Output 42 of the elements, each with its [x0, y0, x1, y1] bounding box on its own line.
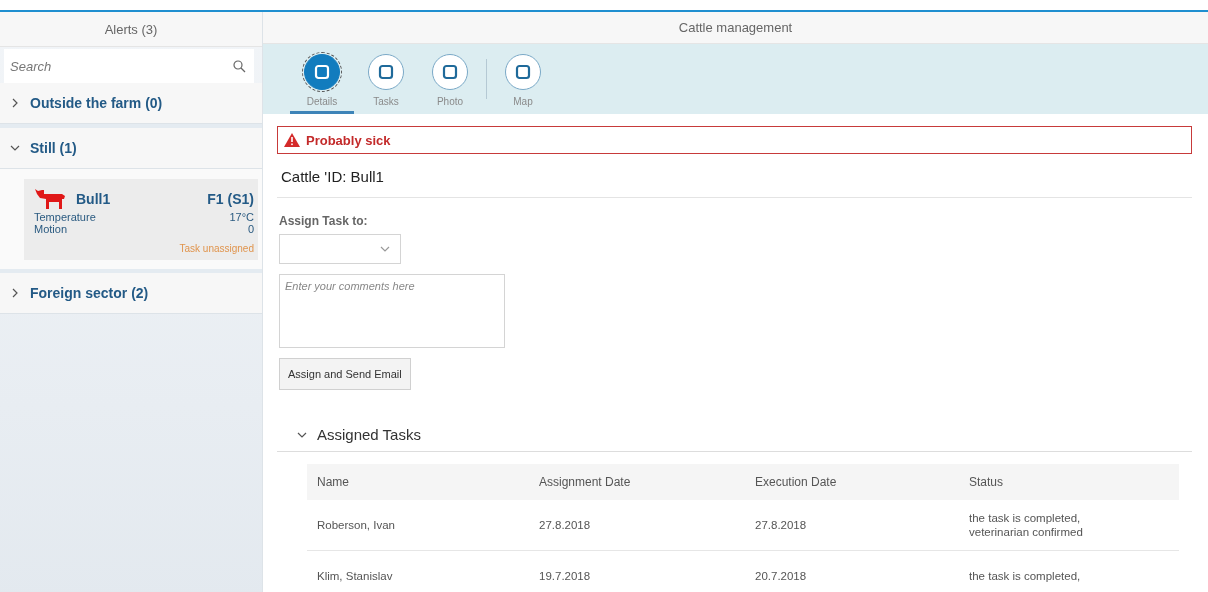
assignee-dropdown[interactable] [279, 234, 401, 264]
page-title: Cattle management [263, 12, 1208, 44]
search-icon [233, 60, 246, 73]
group-header[interactable]: Foreign sector (2) [0, 269, 262, 314]
chevron-right-icon [10, 288, 20, 298]
column-header: Execution Date [754, 475, 838, 489]
field-label: Motion [34, 223, 68, 235]
chevron-right-icon [10, 98, 20, 108]
field-value: 17°C [229, 211, 254, 223]
group-header[interactable]: Outside the farm (0) [0, 83, 262, 124]
square-icon [314, 64, 330, 80]
square-icon [378, 64, 394, 80]
search-field[interactable]: Search [4, 49, 254, 83]
assign-button[interactable]: Assign and Send Email [279, 358, 411, 390]
table-cell-text: 20.7.2018 [754, 569, 808, 583]
chevron-down-icon [380, 244, 390, 254]
column-header: Name [316, 475, 350, 489]
table-cell-text: 19.7.2018 [538, 569, 592, 583]
group-header[interactable]: Still (1) [0, 124, 262, 169]
task-status: Task unassigned [178, 243, 254, 254]
alert-banner: Probably sick [277, 126, 1192, 154]
field-value: 0 [247, 223, 254, 235]
cattle-id: Cattle 'ID: Bull1 [277, 154, 1192, 198]
field-label: Assign Task to: [279, 214, 369, 228]
table-cell-text: the task is completed, [968, 569, 1082, 583]
field-label: Temperature [34, 211, 96, 223]
warning-icon [284, 133, 300, 147]
column-header: Status [968, 475, 1005, 489]
table-cell-text: 27.8.2018 [538, 518, 592, 532]
table-cell-text: 27.8.2018 [754, 518, 808, 532]
cattle-card[interactable]: Bull1 F1 (S1) Temperature 17°C Motion 0 Task unassigned [24, 179, 258, 260]
panel-header[interactable]: Assigned Tasks [277, 426, 1192, 452]
table-cell-text: the task is completed, veterinarian confirmed [968, 511, 1084, 539]
column-header: Assignment Date [538, 475, 632, 489]
sidebar-title: Alerts (3) [0, 12, 262, 47]
comments-field[interactable]: Enter your comments here [279, 274, 505, 348]
square-icon [515, 64, 531, 80]
cow-icon [34, 187, 68, 211]
square-icon [442, 64, 458, 80]
table-cell-text: Klim, Stanislav [316, 569, 394, 583]
chevron-down-icon [10, 143, 20, 153]
table-cell-text: Roberson, Ivan [316, 518, 396, 532]
